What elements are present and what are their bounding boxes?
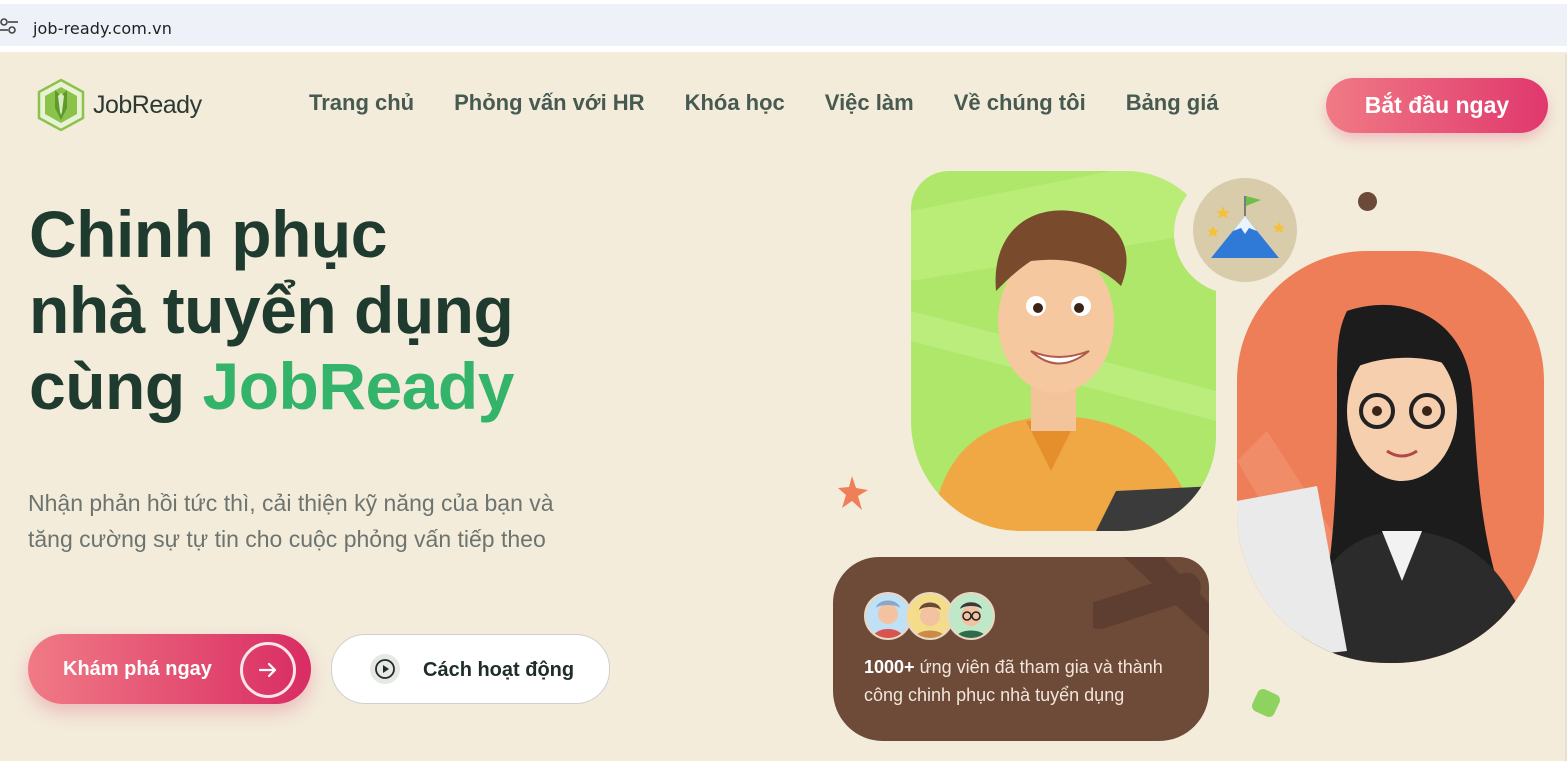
hero-subtitle-line-2: tăng cường sự tự tin cho cuộc phỏng vấn …: [28, 526, 546, 552]
nav-item-interview[interactable]: Phỏng vấn với HR: [454, 90, 644, 116]
stats-card-decoration: [1093, 557, 1209, 636]
avatar: [864, 592, 912, 640]
mountain-flag-icon: [1193, 178, 1297, 282]
browser-toolbar: job-ready.com.vn: [0, 0, 1567, 52]
play-icon: [370, 654, 400, 684]
nav-item-pricing[interactable]: Bảng giá: [1126, 90, 1219, 116]
nav-item-about[interactable]: Về chúng tôi: [954, 90, 1086, 116]
stats-card: 1000+ ứng viên đã tham gia và thành công…: [833, 557, 1209, 741]
stats-text: 1000+ ứng viên đã tham gia và thành công…: [864, 653, 1184, 709]
nav-item-home[interactable]: Trang chủ: [309, 90, 414, 116]
illustration-card-boy: [911, 171, 1216, 531]
address-bar[interactable]: job-ready.com.vn: [0, 4, 1567, 46]
gem-decoration: [1250, 687, 1282, 719]
arrow-right-icon: [240, 642, 296, 698]
tune-icon[interactable]: [0, 18, 18, 34]
hero-title-line-3: cùng: [29, 349, 203, 423]
stats-count: 1000+: [864, 657, 915, 677]
page: JobReady Trang chủ Phỏng vấn với HR Khóa…: [0, 54, 1567, 761]
hero-title-line-2: nhà tuyển dụng: [29, 273, 514, 347]
hero-subtitle: Nhận phản hồi tức thì, cải thiện kỹ năng…: [28, 485, 628, 557]
main-nav: Trang chủ Phỏng vấn với HR Khóa học Việc…: [309, 90, 1259, 116]
stats-text-line-1: ứng viên đã tham gia và thành: [914, 657, 1163, 677]
explore-now-button[interactable]: Khám phá ngay: [28, 634, 311, 704]
how-it-works-label: Cách hoạt động: [423, 659, 575, 681]
how-it-works-button[interactable]: Cách hoạt động: [331, 634, 610, 704]
avatar: [947, 592, 995, 640]
illustration-card-woman: [1237, 251, 1544, 663]
hero-title-line-1: Chinh phục: [29, 197, 387, 271]
nav-item-courses[interactable]: Khóa học: [685, 90, 785, 116]
logo-hexagon-icon: [37, 78, 85, 132]
logo[interactable]: JobReady: [35, 78, 202, 132]
stats-text-line-2: công chinh phục nhà tuyển dụng: [864, 685, 1125, 705]
hero-subtitle-line-1: Nhận phản hồi tức thì, cải thiện kỹ năng…: [28, 490, 554, 516]
decorative-dot: [1358, 192, 1377, 211]
boy-illustration: [911, 171, 1216, 531]
nav-item-jobs[interactable]: Việc làm: [825, 90, 914, 116]
url-text[interactable]: job-ready.com.vn: [33, 19, 172, 38]
star-decoration-icon: [838, 476, 868, 510]
logo-text: JobReady: [93, 90, 202, 119]
hero-title-accent: JobReady: [202, 349, 515, 423]
start-now-button[interactable]: Bắt đầu ngay: [1326, 78, 1548, 133]
hero-title: Chinh phục nhà tuyển dụng cùng JobReady: [29, 196, 514, 424]
woman-illustration: [1237, 304, 1537, 663]
explore-now-label: Khám phá ngay: [63, 658, 212, 680]
